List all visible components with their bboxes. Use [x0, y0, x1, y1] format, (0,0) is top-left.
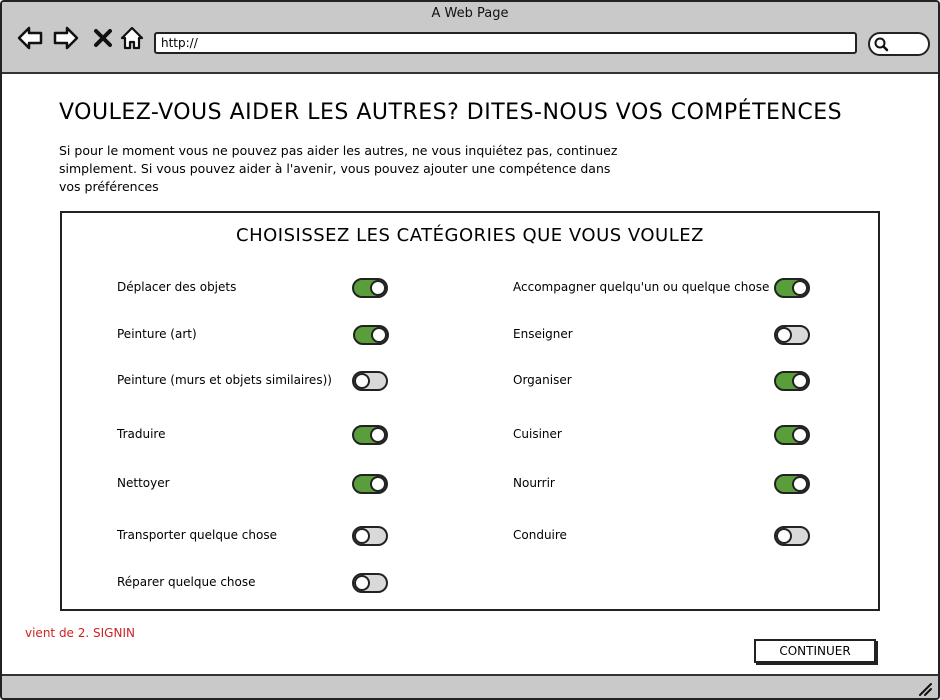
category-label: Nourrir [513, 476, 555, 490]
category-label: Accompagner quelqu'un ou quelque chose [513, 280, 770, 294]
toggle-knob [776, 528, 792, 544]
category-toggle[interactable] [774, 278, 810, 298]
browser-chrome: A Web Page http:// [2, 2, 938, 74]
category-label: Nettoyer [117, 476, 170, 490]
category-toggle[interactable] [774, 425, 810, 445]
category-label: Traduire [117, 427, 166, 441]
resize-grip-icon[interactable] [918, 682, 932, 696]
toggle-knob [776, 327, 792, 343]
category-row: Peinture (art) [117, 323, 393, 349]
toggle-knob [792, 373, 808, 389]
home-icon[interactable] [118, 24, 146, 52]
forward-arrow-icon[interactable] [52, 24, 80, 52]
category-row: Déplacer des objets [117, 276, 393, 302]
browser-search-field[interactable] [868, 32, 930, 56]
continue-button[interactable]: CONTINUER [754, 639, 876, 663]
category-row: Nourrir [513, 472, 815, 498]
browser-window: A Web Page http:// VOULEZ-VOUS AIDER LES… [0, 0, 940, 700]
toggle-knob [792, 280, 808, 296]
category-label: Peinture (art) [117, 327, 197, 341]
toggle-knob [354, 528, 370, 544]
category-toggle[interactable] [352, 371, 388, 391]
category-toggle[interactable] [774, 325, 810, 345]
category-row: Transporter quelque chose [117, 524, 393, 550]
toggle-knob [354, 575, 370, 591]
toggle-knob [371, 327, 387, 343]
category-row: Peinture (murs et objets similaires)) [117, 369, 393, 395]
category-toggle[interactable] [352, 573, 388, 593]
toggle-knob [370, 427, 386, 443]
category-row: Accompagner quelqu'un ou quelque chose [513, 276, 815, 302]
category-row: Enseigner [513, 323, 815, 349]
toggle-knob [370, 476, 386, 492]
categories-heading: CHOISISSEZ LES CATÉGORIES QUE VOUS VOULE… [236, 225, 704, 246]
category-label: Peinture (murs et objets similaires)) [117, 373, 332, 387]
toggle-knob [792, 427, 808, 443]
category-row: Nettoyer [117, 472, 393, 498]
category-label: Transporter quelque chose [117, 528, 277, 542]
category-label: Déplacer des objets [117, 280, 237, 294]
categories-panel: CHOISISSEZ LES CATÉGORIES QUE VOUS VOULE… [60, 211, 880, 611]
category-toggle[interactable] [352, 474, 388, 494]
search-icon [874, 37, 889, 52]
toggle-knob [354, 373, 370, 389]
page-title: VOULEZ-VOUS AIDER LES AUTRES? DITES-NOUS… [59, 100, 843, 125]
intro-line: vos préférences [59, 179, 159, 194]
category-label: Cuisiner [513, 427, 562, 441]
category-label: Conduire [513, 528, 567, 542]
category-row: Traduire [117, 423, 393, 449]
category-toggle[interactable] [352, 425, 388, 445]
toggle-knob [370, 280, 386, 296]
category-row: Cuisiner [513, 423, 815, 449]
intro-line: simplement. Si vous pouvez aider à l'ave… [59, 161, 611, 176]
intro-text: Si pour le moment vous ne pouvez pas aid… [59, 142, 649, 196]
category-toggle[interactable] [774, 474, 810, 494]
close-icon[interactable] [90, 24, 118, 52]
category-toggle[interactable] [352, 526, 388, 546]
status-bar [2, 674, 938, 698]
category-label: Réparer quelque chose [117, 575, 256, 589]
origin-note: vient de 2. SIGNIN [25, 626, 135, 640]
category-toggle[interactable] [774, 371, 810, 391]
category-toggle[interactable] [774, 526, 810, 546]
address-bar[interactable]: http:// [154, 32, 857, 54]
category-toggle[interactable] [352, 278, 388, 298]
category-row: Réparer quelque chose [117, 571, 393, 597]
window-title: A Web Page [431, 6, 509, 21]
toggle-knob [792, 476, 808, 492]
intro-line: Si pour le moment vous ne pouvez pas aid… [59, 143, 618, 158]
back-arrow-icon[interactable] [16, 24, 44, 52]
category-row: Conduire [513, 524, 815, 550]
category-row: Organiser [513, 369, 815, 395]
category-toggle[interactable] [353, 325, 389, 345]
category-label: Enseigner [513, 327, 573, 341]
category-label: Organiser [513, 373, 572, 387]
